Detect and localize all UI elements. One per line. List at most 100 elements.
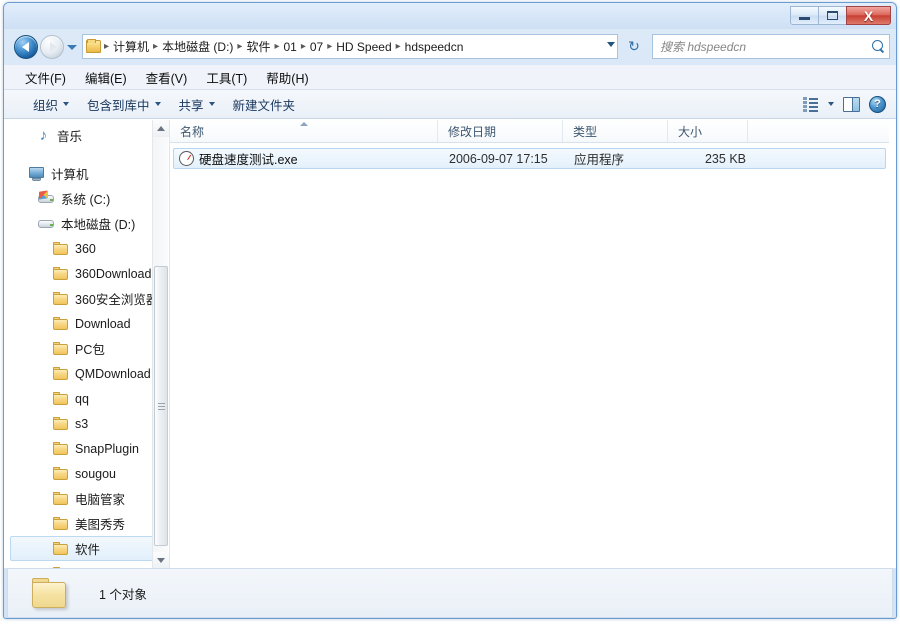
column-header-date-modified[interactable]: 修改日期 bbox=[438, 120, 563, 142]
view-list-icon[interactable] bbox=[803, 97, 819, 112]
help-icon[interactable]: ? bbox=[869, 95, 886, 113]
menu-file[interactable]: 文件(F) bbox=[18, 65, 73, 90]
chevron-down-icon bbox=[154, 102, 161, 106]
sidebar-item-label: 本地磁盘 (D:) bbox=[61, 218, 136, 232]
breadcrumb-item-1[interactable]: 本地磁盘 (D:) bbox=[159, 38, 236, 55]
column-header-size[interactable]: 大小 bbox=[668, 120, 748, 142]
sidebar-item-label: 音乐 bbox=[57, 130, 83, 144]
navigation-scrollbar[interactable] bbox=[152, 120, 169, 569]
sidebar-item-pc-package[interactable]: PC包 bbox=[10, 336, 161, 361]
breadcrumb-separator-4: ▸ bbox=[300, 41, 306, 52]
folder-icon bbox=[53, 442, 69, 455]
sidebar-item-label: sougou bbox=[75, 466, 117, 481]
view-chevron-down-icon[interactable] bbox=[828, 102, 834, 106]
column-headers: 名称 修改日期 类型 大小 bbox=[170, 120, 889, 143]
sidebar-item-system-c[interactable]: 系统 (C:) bbox=[10, 186, 161, 211]
column-header-label: 大小 bbox=[678, 124, 703, 139]
sidebar-item-local-disk-d[interactable]: 本地磁盘 (D:) bbox=[10, 211, 161, 236]
sidebar-item-music[interactable]: ♪ 音乐 bbox=[10, 123, 161, 148]
column-header-label: 类型 bbox=[573, 124, 598, 139]
new-folder-button[interactable]: 新建文件夹 bbox=[224, 91, 305, 118]
file-list-view[interactable]: 名称 修改日期 类型 大小 硬盘速度测试.exe 2006-09-07 17:1… bbox=[169, 120, 889, 569]
sidebar-item-snapplugin[interactable]: SnapPlugin bbox=[10, 436, 161, 461]
column-header-label: 名称 bbox=[180, 124, 205, 139]
sidebar-item-label: qq bbox=[75, 391, 89, 406]
breadcrumb-item-4[interactable]: 07 bbox=[307, 40, 326, 54]
column-header-type[interactable]: 类型 bbox=[563, 120, 668, 142]
menu-view[interactable]: 查看(V) bbox=[139, 65, 195, 90]
include-in-library-button[interactable]: 包含到库中 bbox=[78, 91, 170, 118]
sidebar-item-download[interactable]: Download bbox=[10, 311, 161, 336]
forward-button[interactable] bbox=[40, 35, 64, 59]
search-input[interactable]: 搜索 hdspeedcn bbox=[660, 38, 872, 55]
sidebar-item-s3[interactable]: s3 bbox=[10, 411, 161, 436]
drive-icon bbox=[38, 218, 55, 230]
breadcrumb-separator-0: ▸ bbox=[104, 41, 110, 52]
chevron-down-icon bbox=[208, 102, 215, 106]
sidebar-item-label: 360Download bbox=[75, 266, 152, 281]
folder-icon bbox=[53, 492, 69, 505]
sidebar-item-label: 美图秀秀 bbox=[75, 518, 126, 532]
menu-edit[interactable]: 编辑(E) bbox=[78, 65, 134, 90]
minimize-icon bbox=[799, 17, 810, 20]
breadcrumb[interactable]: ▸ 计算机 ▸ 本地磁盘 (D:) ▸ 软件 ▸ 01 ▸ 07 ▸ HD Sp… bbox=[82, 34, 618, 59]
refresh-icon: ↻ bbox=[628, 38, 640, 54]
back-arrow-icon bbox=[21, 42, 29, 52]
sidebar-item-computer[interactable]: 计算机 bbox=[10, 161, 161, 186]
folder-icon bbox=[53, 517, 69, 530]
status-bar: 1 个对象 bbox=[7, 568, 893, 618]
breadcrumb-separator-5: ▸ bbox=[327, 41, 333, 52]
sidebar-item-meitu[interactable]: 美图秀秀 bbox=[10, 511, 161, 536]
sidebar-item-pc-manager[interactable]: 电脑管家 bbox=[10, 486, 161, 511]
scrollbar-thumb[interactable] bbox=[154, 266, 168, 546]
navigation-tree: ♪ 音乐 计算机 系统 (C:) 本地磁盘 (D:) 360 360Downlo… bbox=[10, 120, 161, 569]
computer-icon bbox=[28, 166, 45, 181]
search-box[interactable]: 搜索 hdspeedcn bbox=[652, 34, 890, 59]
breadcrumb-item-0[interactable]: 计算机 bbox=[110, 38, 152, 55]
command-toolbar: 组织 包含到库中 共享 新建文件夹 ? bbox=[4, 90, 896, 119]
sidebar-item-label: 360安全浏览器 bbox=[75, 293, 157, 307]
sidebar-item-qq[interactable]: qq bbox=[10, 386, 161, 411]
sidebar-item-label: 电脑管家 bbox=[75, 493, 126, 507]
scroll-down-button[interactable] bbox=[153, 552, 169, 569]
back-button[interactable] bbox=[14, 35, 38, 59]
breadcrumb-item-2[interactable]: 软件 bbox=[243, 38, 273, 55]
sidebar-item-qmdownload[interactable]: QMDownload bbox=[10, 361, 161, 386]
sidebar-item-360-browser[interactable]: 360安全浏览器 bbox=[10, 286, 161, 311]
breadcrumb-dropdown-icon[interactable] bbox=[607, 42, 615, 47]
column-header-name[interactable]: 名称 bbox=[170, 120, 438, 142]
preview-pane-icon[interactable] bbox=[843, 96, 860, 112]
table-row[interactable]: 硬盘速度测试.exe 2006-09-07 17:15 应用程序 235 KB bbox=[173, 148, 886, 169]
minimize-button[interactable] bbox=[790, 6, 819, 25]
organize-button[interactable]: 组织 bbox=[24, 91, 78, 118]
menu-bar: 文件(F) 编辑(E) 查看(V) 工具(T) 帮助(H) bbox=[4, 65, 896, 90]
recent-pages-dropdown-icon[interactable] bbox=[67, 45, 77, 50]
folder-icon bbox=[53, 467, 69, 480]
maximize-button[interactable] bbox=[818, 6, 847, 25]
refresh-button[interactable]: ↻ bbox=[624, 37, 644, 56]
menu-tools[interactable]: 工具(T) bbox=[199, 65, 254, 90]
sidebar-item-360download[interactable]: 360Download bbox=[10, 261, 161, 286]
breadcrumb-separator-3: ▸ bbox=[274, 41, 280, 52]
close-button[interactable]: X bbox=[846, 6, 891, 25]
sort-ascending-icon bbox=[299, 122, 308, 126]
chevron-up-icon bbox=[157, 126, 165, 131]
breadcrumb-item-6[interactable]: hdspeedcn bbox=[402, 40, 467, 54]
sidebar-item-software[interactable]: 软件 bbox=[10, 536, 161, 561]
content-area: ♪ 音乐 计算机 系统 (C:) 本地磁盘 (D:) 360 360Downlo… bbox=[4, 119, 896, 569]
new-folder-label: 新建文件夹 bbox=[232, 98, 296, 113]
folder-large-icon bbox=[32, 577, 72, 609]
close-icon: X bbox=[863, 7, 874, 24]
sidebar-item-sougou[interactable]: sougou bbox=[10, 461, 161, 486]
file-date-cell: 2006-09-07 17:15 bbox=[449, 151, 548, 166]
share-with-button[interactable]: 共享 bbox=[170, 91, 224, 118]
scrollbar-grip-icon bbox=[157, 401, 165, 412]
scroll-up-button[interactable] bbox=[153, 120, 169, 137]
breadcrumb-item-5[interactable]: HD Speed bbox=[333, 40, 394, 54]
menu-help[interactable]: 帮助(H) bbox=[259, 65, 315, 90]
breadcrumb-item-3[interactable]: 01 bbox=[280, 40, 299, 54]
sidebar-item-360[interactable]: 360 bbox=[10, 236, 161, 261]
sidebar-item-label: 计算机 bbox=[51, 168, 89, 182]
folder-icon bbox=[53, 292, 69, 305]
sidebar-item-label: 系统 (C:) bbox=[61, 193, 111, 207]
